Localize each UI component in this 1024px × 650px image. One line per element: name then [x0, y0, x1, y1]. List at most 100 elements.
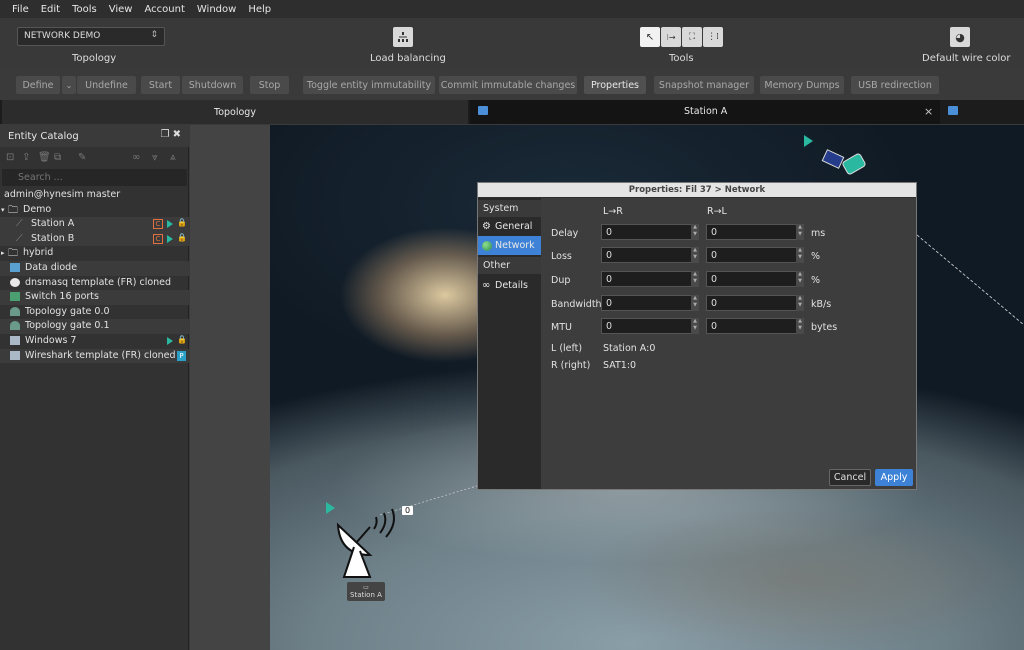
p-badge[interactable]: P [177, 350, 186, 361]
tree-item-switch[interactable]: Switch 16 ports [0, 290, 189, 305]
chevron-right-icon[interactable]: ▸ [1, 249, 5, 257]
tree-item-station-a[interactable]: ⟋ Station A C 🔒 [0, 217, 189, 232]
expand-all-icon[interactable]: ⩓ [170, 152, 176, 163]
stop-button[interactable]: Stop [250, 76, 289, 94]
dup-rl-input[interactable] [706, 271, 800, 287]
play-icon[interactable] [167, 336, 173, 345]
dialog-nav: System ⚙ General Network Other ∞ Details [478, 198, 541, 489]
tree-item-gate-0-0[interactable]: Topology gate 0.0 [0, 305, 189, 320]
play-icon[interactable] [167, 234, 173, 243]
tree-item-demo-folder[interactable]: ▾ 🗀 Demo [0, 203, 189, 218]
nav-item-network[interactable]: Network [478, 236, 541, 255]
define-dropdown-button[interactable]: ⌄ [62, 76, 76, 94]
delay-lr-input[interactable] [601, 224, 695, 240]
delay-rl-input[interactable] [706, 224, 800, 240]
commit-immutable-button[interactable]: Commit immutable changes [439, 76, 577, 94]
play-icon[interactable] [167, 220, 173, 229]
menu-file[interactable]: File [12, 4, 29, 15]
menu-account[interactable]: Account [144, 4, 184, 15]
menu-help[interactable]: Help [248, 4, 271, 15]
snapshot-manager-button[interactable]: Snapshot manager [654, 76, 754, 94]
undefine-button[interactable]: Undefine [77, 76, 136, 94]
close-panel-icon[interactable]: ✖ [173, 129, 181, 140]
tools-group: ↖ ⁝→ ⛶ ⋮⁞ [640, 27, 724, 47]
switch-icon [10, 292, 20, 302]
mtu-rl-input[interactable] [706, 318, 800, 334]
nav-item-general[interactable]: ⚙ General [478, 217, 541, 236]
cursor-icon: ↖ [645, 31, 655, 43]
tab-station-a[interactable]: Station A × [470, 100, 940, 124]
pointer-tool-button[interactable]: ↖ [640, 27, 660, 47]
bandwidth-lr-input[interactable] [601, 295, 695, 311]
delete-icon[interactable]: 🗑 [38, 152, 51, 163]
copy-icon[interactable]: ⧉ [54, 152, 61, 163]
shutdown-button[interactable]: Shutdown [182, 76, 243, 94]
catalog-search-input[interactable] [2, 169, 187, 186]
nav-item-details[interactable]: ∞ Details [478, 276, 541, 295]
usb-redirection-button[interactable]: USB redirection [851, 76, 939, 94]
close-tab-icon[interactable]: × [924, 105, 933, 118]
mtu-lr-input[interactable] [601, 318, 695, 334]
spin-arrows-icon[interactable]: ▲ ▼ [691, 247, 699, 263]
entity-catalog-header: Entity Catalog ❐ ✖ [0, 125, 189, 147]
tree-item-station-b[interactable]: ⟋ Station B C 🔒 [0, 231, 189, 247]
chevron-down-icon[interactable]: ▾ [1, 206, 5, 214]
bandwidth-rl-input[interactable] [706, 295, 800, 311]
tree-item-hybrid-folder[interactable]: ▸ 🗀 hybrid [0, 246, 189, 261]
dup-lr-input[interactable] [601, 271, 695, 287]
cancel-button[interactable]: Cancel [829, 469, 871, 486]
toggle-immutability-button[interactable]: Toggle entity immutability [303, 76, 435, 94]
spin-arrows-icon[interactable]: ▲ ▼ [796, 318, 804, 334]
define-button[interactable]: Define [16, 76, 60, 94]
monitor-icon[interactable] [948, 106, 958, 115]
loss-rl-input[interactable] [706, 247, 800, 263]
loss-lr-input[interactable] [601, 247, 695, 263]
satellite-icon[interactable] [820, 147, 870, 187]
nav-section-system: System [478, 200, 541, 217]
tree-item-user[interactable]: admin@hynesim master [0, 188, 189, 203]
entity-catalog-panel: Entity Catalog ❐ ✖ ⊡ ⇪ 🗑 ⧉ ✎ ∞ ⩔ ⩓ ⚲ adm… [0, 125, 189, 650]
spin-arrows-icon[interactable]: ▲ ▼ [691, 295, 699, 311]
menu-view[interactable]: View [109, 4, 133, 15]
float-panel-icon[interactable]: ❐ [160, 129, 169, 140]
menu-window[interactable]: Window [197, 4, 236, 15]
start-button[interactable]: Start [141, 76, 180, 94]
properties-button[interactable]: Properties [584, 76, 646, 94]
load-balancing-button[interactable] [393, 27, 413, 47]
menu-edit[interactable]: Edit [41, 4, 60, 15]
link-tool-button[interactable]: ⁝→ [661, 27, 681, 47]
spin-arrows-icon[interactable]: ▲ ▼ [796, 224, 804, 240]
import-icon[interactable]: ⇪ [22, 152, 30, 163]
node-label-station-a[interactable]: ▭ Station A [347, 582, 385, 601]
collapse-all-icon[interactable]: ⩔ [152, 152, 158, 163]
new-folder-icon[interactable]: ⊡ [6, 152, 14, 163]
tools-label: Tools [669, 53, 694, 64]
tree-item-data-diode[interactable]: Data diode [0, 260, 189, 276]
apply-button[interactable]: Apply [875, 469, 913, 486]
align-tool-button[interactable]: ⋮⁞ [703, 27, 723, 47]
project-select[interactable]: NETWORK DEMO ⇕ [17, 27, 165, 46]
wire-link[interactable] [916, 234, 1024, 326]
memory-dumps-button[interactable]: Memory Dumps [760, 76, 844, 94]
spin-arrows-icon[interactable]: ▲ ▼ [691, 224, 699, 240]
tree-item-dnsmasq[interactable]: dnsmasq template (FR) cloned [0, 276, 189, 291]
tab-topology[interactable]: Topology [2, 100, 468, 124]
console-badge[interactable]: C [153, 219, 163, 230]
wire-color-button[interactable]: ◕ [950, 27, 970, 47]
spin-arrows-icon[interactable]: ▲ ▼ [796, 247, 804, 263]
satellite-dish-icon[interactable] [330, 505, 400, 585]
console-badge[interactable]: C [153, 233, 163, 244]
spin-arrows-icon[interactable]: ▲ ▼ [691, 271, 699, 287]
spin-arrows-icon[interactable]: ▲ ▼ [796, 295, 804, 311]
spin-arrows-icon[interactable]: ▲ ▼ [796, 271, 804, 287]
node-flag-icon [804, 135, 813, 147]
tree-item-label: dnsmasq template (FR) cloned [25, 276, 172, 288]
select-tool-button[interactable]: ⛶ [682, 27, 702, 47]
edit-icon[interactable]: ✎ [78, 152, 86, 163]
tree-item-windows7[interactable]: Windows 7 🔒 [0, 334, 189, 349]
menu-tools[interactable]: Tools [72, 4, 97, 15]
spin-arrows-icon[interactable]: ▲ ▼ [691, 318, 699, 334]
link-icon[interactable]: ∞ [132, 152, 140, 163]
tree-item-wireshark[interactable]: Wireshark template (FR) cloned P [0, 348, 189, 364]
tree-item-gate-0-1[interactable]: Topology gate 0.1 [0, 319, 189, 334]
